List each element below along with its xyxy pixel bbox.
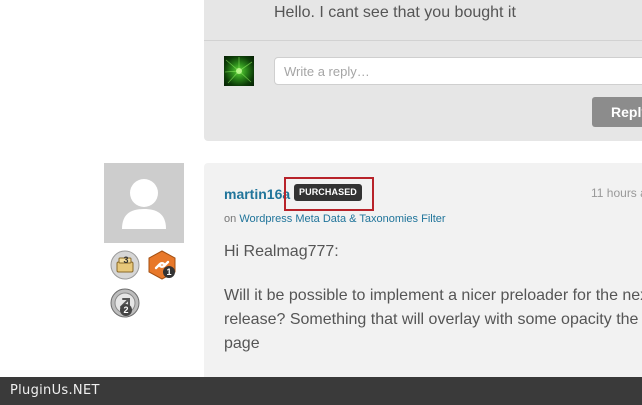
product-prefix: on (224, 213, 237, 225)
comment-paragraph-line: page (224, 335, 260, 352)
author-avatar[interactable] (104, 163, 184, 243)
site-footer-bar: PluginUs.NET (0, 377, 642, 405)
collector-badge-icon[interactable]: 3 (110, 250, 140, 280)
comment-timestamp[interactable]: 11 hours ago (591, 186, 642, 200)
thread-divider (204, 40, 642, 41)
previous-reply-text: Hello. I cant see that you bought it (274, 4, 516, 21)
author-level-badge-icon[interactable]: 2 (110, 288, 140, 318)
reply-input[interactable] (274, 57, 642, 85)
avatar-pattern-icon (224, 57, 253, 84)
highlight-annotation-box (284, 177, 374, 211)
current-user-avatar (224, 56, 254, 86)
referral-badge-icon[interactable]: 1 (147, 250, 177, 280)
product-reference: on Wordpress Meta Data & Taxonomies Filt… (224, 213, 446, 225)
comment-paragraph-line: release? Something that will overlay wit… (224, 311, 639, 328)
badge-count: 1 (163, 266, 175, 278)
reply-button[interactable]: Reply (592, 97, 642, 127)
comment-panel: martin16a PURCHASED 11 hours ago on Word… (204, 163, 642, 377)
badge-count: 2 (120, 304, 132, 316)
comment-author-link[interactable]: martin16a (224, 186, 290, 202)
comment-paragraph-line: Will it be possible to implement a nicer… (224, 287, 642, 304)
comment-greeting: Hi Realmag777: (224, 243, 339, 260)
reply-thread-panel: Hello. I cant see that you bought it Rep… (204, 0, 642, 141)
comment-body: Hi Realmag777: Will it be possible to im… (224, 240, 642, 356)
default-user-silhouette-icon (122, 179, 166, 229)
footer-brand: PluginUs.NET (10, 383, 100, 398)
badge-count: 3 (123, 255, 129, 265)
product-link[interactable]: Wordpress Meta Data & Taxonomies Filter (239, 213, 445, 225)
